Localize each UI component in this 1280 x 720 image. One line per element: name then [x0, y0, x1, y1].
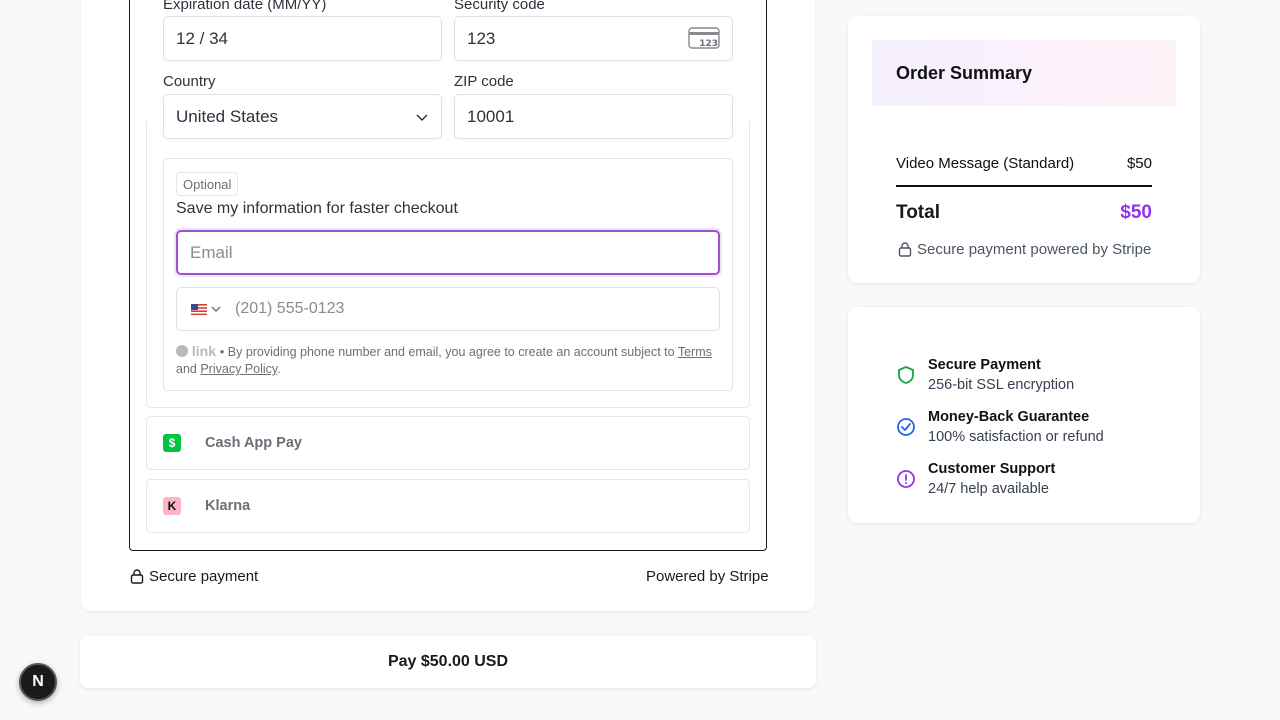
- trust-badges-card: Secure Payment 256-bit SSL encryption Mo…: [848, 307, 1200, 523]
- nextjs-dev-badge[interactable]: N: [19, 663, 57, 701]
- legal-and: and: [176, 362, 197, 376]
- phone-placeholder: (201) 555-0123: [235, 300, 345, 317]
- trust-desc: 100% satisfaction or refund: [928, 429, 1104, 445]
- country-select[interactable]: United States: [163, 94, 442, 139]
- zip-label: ZIP code: [454, 73, 514, 90]
- privacy-link[interactable]: Privacy Policy: [200, 362, 277, 376]
- cash-app-pay-option[interactable]: $ Cash App Pay: [146, 416, 750, 470]
- svg-text:123: 123: [699, 39, 718, 49]
- security-code-value: 123: [467, 28, 496, 48]
- legal-period: .: [277, 362, 281, 376]
- country-value: United States: [176, 106, 279, 126]
- order-summary-card: Order Summary Video Message (Standard) $…: [848, 16, 1200, 283]
- lock-icon: [130, 569, 144, 584]
- expiration-value: 12 / 34: [176, 28, 228, 48]
- summary-line-item: Video Message (Standard) $50: [896, 155, 1152, 187]
- link-logo: link: [176, 343, 220, 359]
- country-code-select[interactable]: [177, 303, 233, 315]
- trust-desc: 256-bit SSL encryption: [928, 377, 1075, 393]
- stripe-secure-note: Secure payment powered by Stripe: [898, 241, 1151, 258]
- optional-badge: Optional: [176, 172, 239, 196]
- item-price: $50: [1126, 155, 1152, 172]
- link-legal-text: link • By providing phone number and ema…: [176, 343, 716, 378]
- secure-note-text: Secure payment powered by Stripe: [917, 241, 1152, 258]
- chevron-down-icon: [416, 113, 428, 121]
- email-placeholder: Email: [190, 242, 233, 262]
- trust-desc: 24/7 help available: [928, 481, 1049, 497]
- expiration-input[interactable]: 12 / 34: [163, 16, 442, 61]
- secure-payment-note: Secure payment: [130, 568, 258, 585]
- trust-item-secure: Secure Payment 256-bit SSL encryption: [896, 355, 1074, 395]
- terms-link[interactable]: Terms: [678, 345, 712, 359]
- order-summary-title: Order Summary: [872, 40, 1176, 106]
- trust-title: Money-Back Guarantee: [928, 409, 1090, 425]
- klarna-icon: K: [163, 497, 181, 515]
- email-input[interactable]: Email: [176, 230, 720, 275]
- expiration-label: Expiration date (MM/YY): [163, 0, 327, 13]
- security-code-input[interactable]: 123 123: [454, 16, 733, 61]
- country-label: Country: [163, 73, 216, 90]
- powered-by-stripe: Powered by Stripe: [646, 568, 769, 585]
- trust-title: Customer Support: [928, 461, 1056, 477]
- save-info-text: Save my information for faster checkout: [176, 200, 458, 217]
- summary-total: Total $50: [896, 202, 1152, 224]
- cvc-card-icon: 123: [688, 26, 720, 49]
- alert-circle-icon: [897, 470, 915, 488]
- check-circle-icon: [897, 418, 915, 436]
- zip-value: 10001: [467, 106, 515, 126]
- legal-text: • By providing phone number and email, y…: [219, 345, 675, 359]
- zip-input[interactable]: 10001: [454, 94, 733, 139]
- trust-title: Secure Payment: [928, 357, 1041, 373]
- lock-icon: [898, 242, 912, 257]
- security-code-label: Security code: [454, 0, 545, 13]
- cash-app-icon: $: [163, 434, 181, 452]
- trust-item-support: Customer Support 24/7 help available: [896, 459, 1055, 499]
- klarna-label: Klarna: [205, 498, 251, 514]
- phone-input[interactable]: (201) 555-0123: [176, 287, 720, 331]
- cash-app-label: Cash App Pay: [205, 435, 302, 451]
- trust-item-guarantee: Money-Back Guarantee 100% satisfaction o…: [896, 407, 1104, 447]
- total-value: $50: [1120, 202, 1152, 223]
- secure-payment-text: Secure payment: [149, 568, 259, 585]
- us-flag-icon: [191, 303, 207, 315]
- item-name: Video Message (Standard): [896, 155, 1075, 172]
- klarna-option[interactable]: K Klarna: [146, 479, 750, 533]
- chevron-down-icon: [211, 306, 221, 312]
- link-arrow-icon: [176, 345, 188, 357]
- pay-button[interactable]: Pay $50.00 USD: [80, 636, 816, 688]
- shield-icon: [898, 366, 914, 384]
- total-label: Total: [896, 202, 940, 223]
